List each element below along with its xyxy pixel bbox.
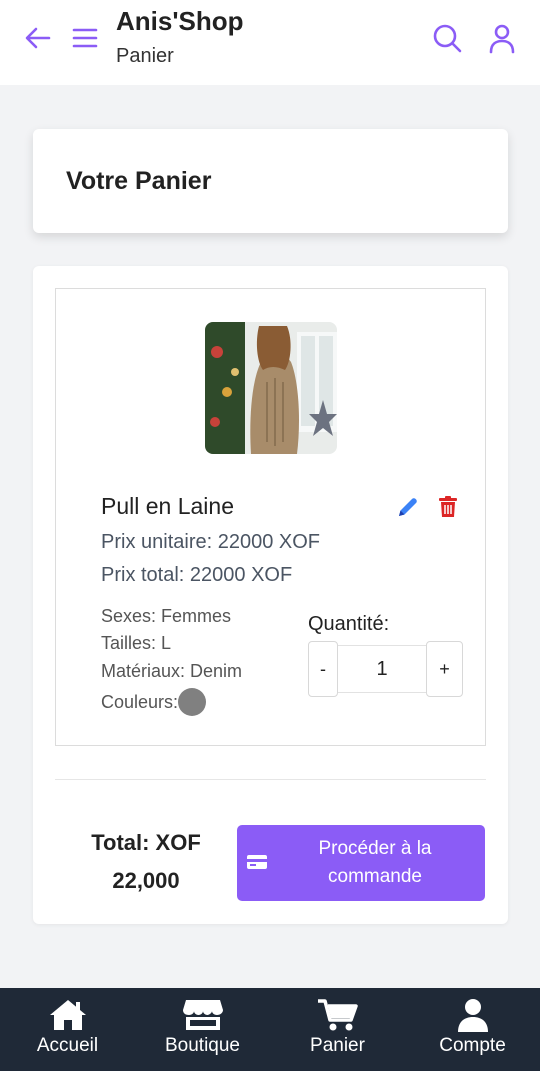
nav-item-boutique[interactable]: Boutique [135,988,270,1071]
app-bar: Anis'Shop Panier [0,0,540,85]
nav-label-accueil: Accueil [36,1035,99,1056]
total-value: 22,000 [112,868,180,893]
quantity-stepper: - 1 + [308,641,463,697]
colors-label: Couleurs: [101,691,179,712]
nav-label-compte: Compte [439,1035,506,1056]
page-subtitle: Panier [116,45,174,67]
user-icon[interactable] [484,20,520,56]
cart-total: Total: XOF 22,000 [66,824,226,900]
color-swatch [178,688,207,716]
attr-sexes: Sexes: Femmes [101,606,232,626]
nav-label-panier: Panier [310,1035,365,1056]
home-icon [49,1000,86,1030]
divider [55,779,486,780]
attr-materials: Matériaux: Denim [101,661,243,681]
cart-title-card: Votre Panier [33,129,508,233]
account-icon [457,999,488,1032]
bottom-nav: Accueil Boutique Panier Compte [0,988,540,1071]
cart-card: Pull en Laine Prix unitaire: 22000 XOF P… [33,266,508,924]
nav-item-compte[interactable]: Compte [405,988,540,1071]
product-name: Pull en Laine [101,493,234,519]
cart-item: Pull en Laine Prix unitaire: 22000 XOF P… [55,288,486,746]
cart-icon [317,999,358,1031]
store-icon [182,1000,223,1030]
decrement-button[interactable]: - [308,641,338,697]
unit-price: Prix unitaire: 22000 XOF [101,531,320,553]
nav-label-boutique: Boutique [164,1035,240,1056]
trash-icon[interactable] [436,495,462,521]
checkout-button[interactable]: Procéder à la commande [237,825,485,901]
checkout-label: Procéder à la commande [318,838,432,887]
attr-colors: Couleurs: [101,688,207,716]
quantity-value[interactable]: 1 [338,645,426,693]
attr-sizes: Tailles: L [101,633,172,653]
page-title: Votre Panier [66,166,212,195]
quantity-label: Quantité: [308,613,390,635]
credit-card-icon [247,855,267,869]
total-price: Prix total: 22000 XOF [101,564,293,586]
back-arrow-icon[interactable] [20,20,56,56]
product-image [205,322,337,454]
edit-icon[interactable] [396,495,422,521]
nav-item-panier[interactable]: Panier [270,988,405,1071]
total-label: Total: XOF [91,830,201,855]
app-title: Anis'Shop [116,6,244,36]
increment-button[interactable]: + [426,641,463,697]
search-icon[interactable] [429,20,465,56]
nav-item-accueil[interactable]: Accueil [0,988,135,1071]
menu-icon[interactable] [67,20,103,56]
